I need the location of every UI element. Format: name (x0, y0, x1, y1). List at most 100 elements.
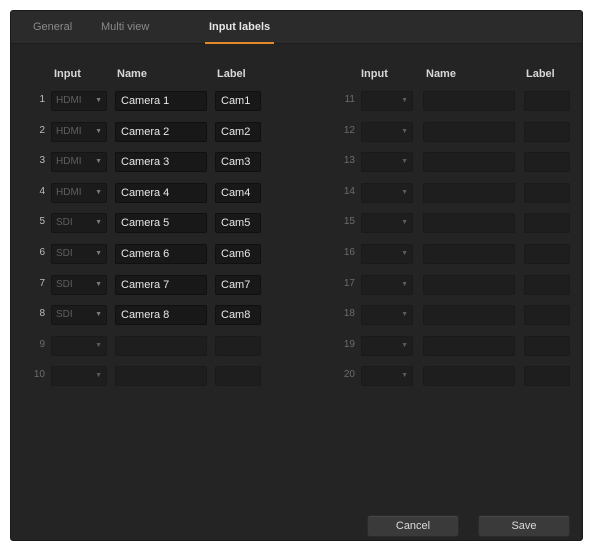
chevron-down-icon: ▼ (401, 158, 408, 166)
label-field[interactable] (524, 182, 570, 203)
input-source-select[interactable]: SDI ▼ (51, 305, 107, 326)
save-button[interactable]: Save (478, 515, 570, 537)
name-field[interactable] (423, 121, 515, 142)
label-field[interactable]: Cam5 (215, 213, 261, 234)
cancel-button[interactable]: Cancel (367, 515, 459, 537)
name-field[interactable] (423, 366, 515, 387)
row-number: 12 (343, 124, 355, 136)
input-source-value: HDMI (56, 186, 82, 198)
column-header-input-left: Input (54, 68, 81, 80)
row-number: 1 (39, 94, 45, 105)
name-field[interactable]: Camera 5 (115, 213, 207, 234)
input-source-value: SDI (56, 309, 73, 321)
chevron-down-icon: ▼ (401, 372, 408, 380)
label-field[interactable]: Cam8 (215, 305, 261, 326)
row-number: 2 (39, 124, 45, 136)
name-field[interactable]: Camera 4 (115, 182, 207, 203)
chevron-down-icon: ▼ (401, 311, 408, 319)
chevron-down-icon: ▼ (95, 188, 102, 196)
input-source-select[interactable]: ▼ (361, 335, 413, 356)
input-source-select[interactable]: ▼ (361, 366, 413, 387)
input-labels-dialog: General Multi view Input labels Input Na… (10, 10, 583, 541)
row-number: 15 (343, 216, 355, 228)
tab-multi-view[interactable]: Multi view (101, 11, 149, 44)
row-number: 3 (39, 155, 45, 167)
label-field[interactable]: Cam4 (215, 182, 261, 203)
row-number: 10 (33, 369, 45, 381)
label-field[interactable]: Cam3 (215, 152, 261, 173)
input-source-select[interactable]: SDI ▼ (51, 213, 107, 234)
input-source-select[interactable]: HDMI ▼ (51, 91, 107, 111)
label-field[interactable]: Cam6 (215, 244, 261, 264)
column-header-name-right: Name (426, 68, 456, 80)
input-source-value: HDMI (56, 95, 82, 106)
input-source-select[interactable]: HDMI ▼ (51, 152, 107, 173)
input-source-select[interactable]: ▼ (361, 91, 413, 111)
input-source-select[interactable]: SDI ▼ (51, 244, 107, 264)
input-source-select[interactable]: ▼ (361, 305, 413, 326)
chevron-down-icon: ▼ (401, 250, 408, 257)
name-field[interactable]: Camera 7 (115, 274, 207, 295)
label-field[interactable]: Cam2 (215, 121, 261, 142)
label-field[interactable]: Cam1 (215, 91, 261, 111)
input-source-value: SDI (56, 217, 73, 229)
label-field[interactable] (524, 152, 570, 173)
label-field[interactable] (524, 305, 570, 326)
input-source-select[interactable]: ▼ (361, 121, 413, 142)
row-number: 5 (39, 216, 45, 228)
input-source-select[interactable]: SDI ▼ (51, 274, 107, 295)
chevron-down-icon: ▼ (95, 158, 102, 166)
name-field[interactable] (423, 274, 515, 295)
chevron-down-icon: ▼ (401, 219, 408, 227)
name-field[interactable] (423, 213, 515, 234)
input-source-value: SDI (56, 248, 73, 259)
input-source-select[interactable]: ▼ (51, 335, 107, 356)
chevron-down-icon: ▼ (401, 188, 408, 196)
name-field[interactable]: Camera 2 (115, 121, 207, 142)
label-field[interactable] (215, 366, 261, 387)
name-field[interactable]: Camera 1 (115, 91, 207, 111)
row-number: 8 (39, 308, 45, 320)
input-source-select[interactable]: ▼ (361, 152, 413, 173)
chevron-down-icon: ▼ (95, 280, 102, 288)
label-field[interactable] (524, 213, 570, 234)
label-field[interactable] (215, 335, 261, 356)
name-field[interactable] (115, 366, 207, 387)
row-number: 7 (39, 277, 45, 289)
input-source-select[interactable]: ▼ (361, 274, 413, 295)
name-field[interactable]: Camera 6 (115, 244, 207, 264)
label-field[interactable] (524, 244, 570, 264)
input-source-select[interactable]: HDMI ▼ (51, 121, 107, 142)
label-field[interactable] (524, 274, 570, 295)
name-field[interactable] (423, 91, 515, 111)
name-field[interactable] (423, 244, 515, 264)
input-source-select[interactable]: HDMI ▼ (51, 182, 107, 203)
input-source-select[interactable]: ▼ (361, 182, 413, 203)
name-field[interactable] (423, 152, 515, 173)
name-field[interactable] (423, 305, 515, 326)
label-field[interactable] (524, 335, 570, 356)
column-header-name-left: Name (117, 68, 147, 80)
name-field[interactable]: Camera 3 (115, 152, 207, 173)
label-field[interactable]: Cam7 (215, 274, 261, 295)
tab-general[interactable]: General (33, 11, 72, 44)
input-source-value: HDMI (56, 125, 82, 137)
name-field[interactable]: Camera 8 (115, 305, 207, 326)
input-source-select[interactable]: ▼ (361, 213, 413, 234)
input-source-select[interactable]: ▼ (51, 366, 107, 387)
name-field[interactable] (423, 182, 515, 203)
row-number: 19 (343, 338, 355, 350)
row-number: 16 (343, 247, 355, 258)
tab-input-labels[interactable]: Input labels (204, 11, 275, 44)
input-source-value: SDI (56, 278, 73, 290)
label-field[interactable] (524, 366, 570, 387)
chevron-down-icon: ▼ (401, 341, 408, 349)
name-field[interactable] (423, 335, 515, 356)
input-source-value: HDMI (56, 156, 82, 168)
name-field[interactable] (115, 335, 207, 356)
label-field[interactable] (524, 91, 570, 111)
label-field[interactable] (524, 121, 570, 142)
input-source-select[interactable]: ▼ (361, 244, 413, 264)
row-number: 13 (343, 155, 355, 167)
chevron-down-icon: ▼ (95, 250, 102, 257)
